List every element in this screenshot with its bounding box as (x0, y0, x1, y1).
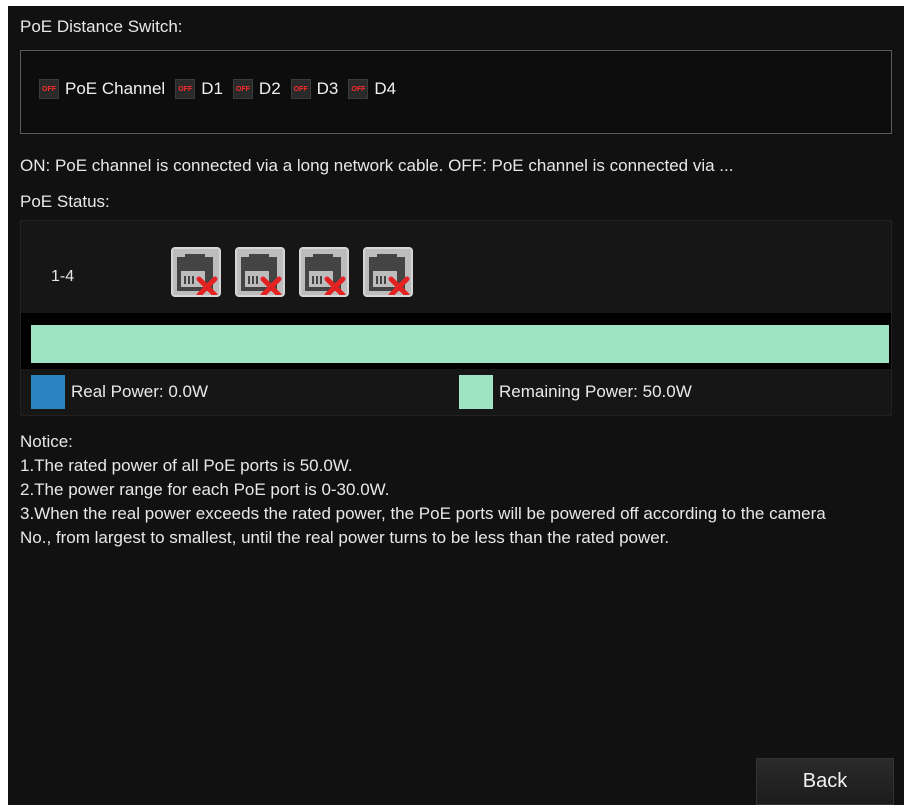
real-power-swatch (31, 375, 65, 409)
off-switch-icon[interactable]: OFF (232, 79, 253, 99)
toggle-label: D4 (374, 79, 397, 98)
ethernet-port-disconnected-icon (363, 247, 413, 297)
notice-line-1: 1.The rated power of all PoE ports is 50… (20, 456, 353, 475)
back-button[interactable]: Back (756, 758, 894, 805)
toggle-label: PoE Channel (65, 79, 166, 98)
poe-settings-panel: PoE Distance Switch: OFF PoE Channel OFF… (8, 6, 904, 805)
poe-distance-switch-group: OFF PoE Channel OFF D1 OFF D2 OFF D3 OFF… (20, 50, 892, 134)
off-switch-icon[interactable]: OFF (175, 79, 196, 99)
ethernet-port-disconnected-icon (235, 247, 285, 297)
toggle-d2[interactable]: OFF D2 (232, 79, 281, 99)
toggle-label: D2 (258, 79, 281, 98)
toggle-label: D1 (201, 79, 223, 98)
real-power-label: Real Power: 0.0W (71, 382, 208, 401)
toggle-d1[interactable]: OFF D1 (175, 79, 223, 99)
toggle-label: D3 (316, 79, 339, 98)
port-range-label: 1-4 (51, 268, 75, 285)
off-switch-icon[interactable]: OFF (39, 79, 59, 99)
notice-block: Notice: 1.The rated power of all PoE por… (20, 430, 900, 550)
power-usage-bar (31, 325, 889, 363)
remaining-power-swatch (459, 375, 493, 409)
port-icons (171, 247, 427, 297)
ethernet-port-disconnected-icon (171, 247, 221, 297)
toggle-d3[interactable]: OFF D3 (290, 79, 339, 99)
power-legend: Real Power: 0.0W Remaining Power: 50.0W (21, 371, 891, 415)
ethernet-port-disconnected-icon (299, 247, 349, 297)
poe-distance-description: ON: PoE channel is connected via a long … (20, 156, 734, 175)
toggle-poe-channel[interactable]: OFF PoE Channel (39, 79, 165, 99)
notice-title: Notice: (20, 432, 73, 451)
poe-status-title: PoE Status: (20, 192, 110, 211)
poe-status-group: 1-4 Real Power: 0.0W Remaining Power: 50… (20, 220, 892, 416)
notice-line-3: 3.When the real power exceeds the rated … (20, 504, 826, 547)
off-switch-icon[interactable]: OFF (290, 79, 311, 99)
poe-distance-switch-title: PoE Distance Switch: (20, 17, 183, 36)
off-switch-icon[interactable]: OFF (348, 79, 369, 99)
remaining-power-label: Remaining Power: 50.0W (499, 382, 692, 401)
toggle-d4[interactable]: OFF D4 (348, 79, 396, 99)
notice-line-2: 2.The power range for each PoE port is 0… (20, 480, 390, 499)
power-bar-area (21, 313, 891, 369)
